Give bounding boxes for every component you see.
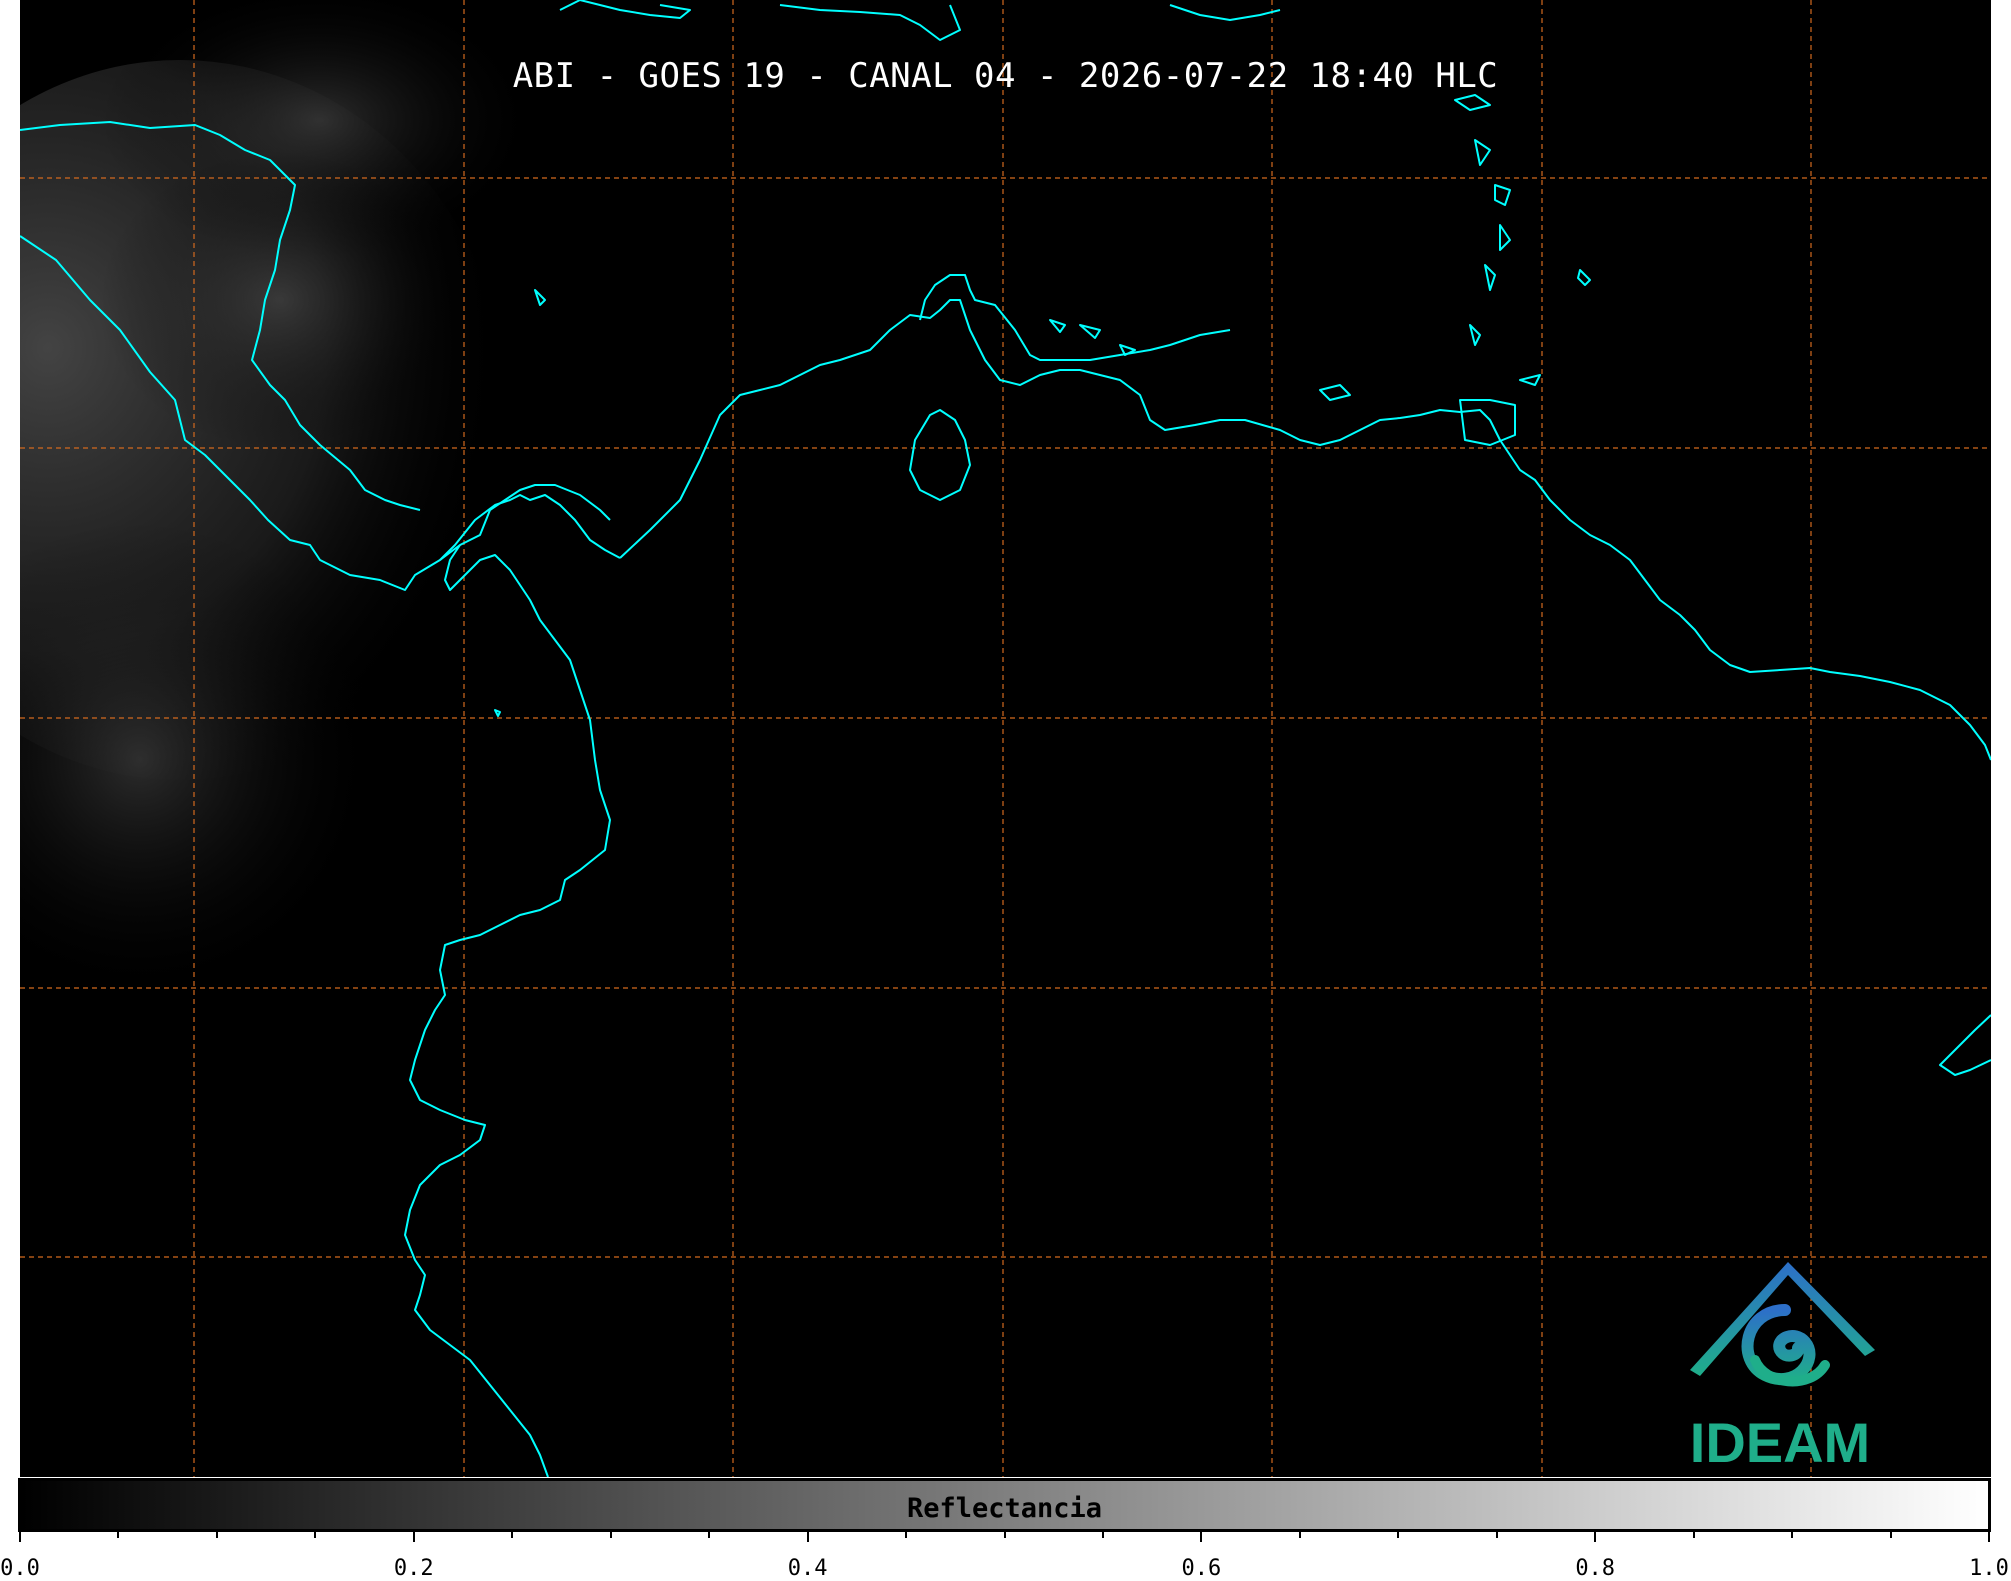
colorbar-minor-tick: [1397, 1530, 1400, 1538]
colorbar-major-tick: [19, 1530, 21, 1542]
colorbar-minor-tick: [1003, 1530, 1006, 1538]
island-trinidad: [1459, 399, 1516, 446]
colorbar-major-tick: [1988, 1530, 1990, 1542]
colorbar-tick-label: 0.4: [787, 1556, 828, 1581]
colorbar-label: Reflectancia: [906, 1493, 1103, 1524]
island-lesser-antilles-3: [1474, 139, 1491, 166]
island-lesser-antilles-7: [1469, 324, 1481, 346]
colorbar-tick-label: 0.6: [1181, 1556, 1222, 1581]
colorbar-minor-tick: [1889, 1530, 1892, 1538]
island-tobago: [1519, 374, 1541, 386]
island-puerto-rico: [779, 4, 961, 41]
colorbar-minor-tick: [1495, 1530, 1498, 1538]
coastline-pacific-colombia: [404, 544, 611, 1477]
island-lesser-antilles-5: [1499, 224, 1511, 251]
island-barbados: [1577, 269, 1591, 286]
island-curacao: [1079, 324, 1101, 339]
island-lesser-antilles-1: [1169, 4, 1281, 21]
colorbar: Reflectancia: [18, 1478, 1991, 1532]
coastline-caribbean-colombia: [619, 299, 1991, 761]
colorbar-major-tick: [1594, 1530, 1597, 1542]
colorbar-minor-tick: [1101, 1530, 1104, 1538]
island-san-andres: [534, 289, 546, 306]
map-title: ABI - GOES 19 - CANAL 04 - 2026-07-22 18…: [512, 56, 1499, 96]
lake-maracaibo: [909, 409, 971, 501]
island-hispaniola-fragment: [559, 0, 691, 19]
ideam-mountain-spiral-icon: [1690, 1262, 1875, 1387]
cloud-cover: [20, 0, 540, 1000]
island-lesser-antilles-4: [1494, 184, 1511, 206]
island-margarita: [1319, 384, 1351, 401]
colorbar-minor-tick: [1791, 1530, 1794, 1538]
island-gorgona: [494, 709, 501, 717]
colorbar-minor-tick: [905, 1530, 908, 1538]
colorbar-minor-tick: [1692, 1530, 1695, 1538]
satellite-map: ABI - GOES 19 - CANAL 04 - 2026-07-22 18…: [20, 0, 1991, 1477]
colorbar-major-tick: [806, 1530, 809, 1542]
colorbar-ticks: 0.0 0.2 0.4 0.6 0.8 1.0: [0, 1530, 2011, 1581]
colorbar-major-tick: [1200, 1530, 1203, 1542]
colorbar-tick-label: 1.0: [1969, 1556, 2009, 1581]
colorbar-tick-label: 0.0: [0, 1556, 40, 1581]
colorbar-tick-label: 0.2: [393, 1556, 434, 1581]
colorbar-tick-label: 0.8: [1575, 1556, 1616, 1581]
island-lesser-antilles-2: [1454, 94, 1491, 111]
colorbar-minor-tick: [708, 1530, 711, 1538]
ideam-logo-text: IDEAM: [1689, 1411, 1871, 1474]
colorbar-minor-tick: [609, 1530, 612, 1538]
island-aruba: [1049, 319, 1066, 333]
island-lesser-antilles-6: [1484, 264, 1496, 291]
colorbar-minor-tick: [511, 1530, 514, 1538]
colorbar-major-tick: [412, 1530, 415, 1542]
colorbar-minor-tick: [314, 1530, 317, 1538]
colorbar-minor-tick: [1298, 1530, 1301, 1538]
colorbar-minor-tick: [215, 1530, 218, 1538]
coastline-right-edge: [1939, 1014, 1991, 1076]
colorbar-minor-tick: [117, 1530, 120, 1538]
ideam-logo: IDEAM: [1660, 1250, 1900, 1474]
